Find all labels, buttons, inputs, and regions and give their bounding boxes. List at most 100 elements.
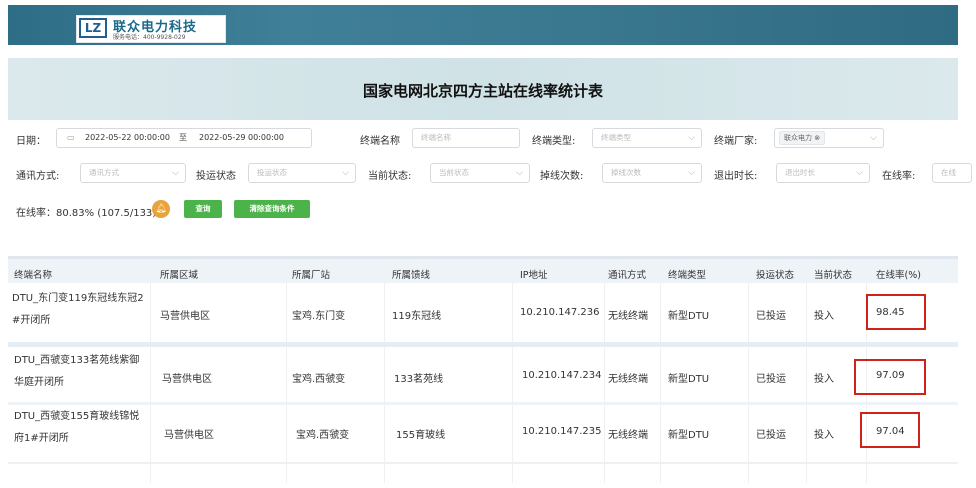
ip-cell: 10.210.147.235 (522, 426, 602, 437)
vendor-tag: 联众电力 ⊗ (779, 131, 826, 145)
terminal-name-line2: #开闭所 (12, 315, 51, 326)
date-start[interactable]: 2022-05-22 00:00:00 (85, 129, 170, 147)
area-cell: 马营供电区 (162, 374, 212, 385)
comm-placeholder: 通讯方式 (89, 168, 119, 177)
terminal-name-line1: DTU_西虢变155育玻线锦悦 (14, 411, 140, 422)
vendor-label: 终端厂家: (714, 136, 758, 147)
terminal-type-label: 终端类型: (532, 136, 576, 147)
current-status-label: 当前状态: (368, 171, 412, 182)
feeder-cell: 133茗苑线 (394, 374, 444, 385)
area-cell: 马营供电区 (164, 430, 214, 441)
row-divider (8, 462, 958, 464)
op-status-cell: 已投运 (756, 430, 786, 441)
comm-select[interactable]: 通讯方式 ⌵ (80, 163, 186, 183)
clear-conditions-button[interactable]: 清除查询条件 (234, 200, 310, 218)
terminal-name: DTU_东门变119东冠线东冠2 #开闭所 (12, 288, 144, 332)
op-status-label: 投运状态 (196, 171, 236, 182)
calendar-icon: ▭ (67, 133, 75, 142)
date-label: 日期： (16, 136, 46, 147)
date-range-picker[interactable]: ▭ 2022-05-22 00:00:00 至 2022-05-29 00:00… (56, 128, 312, 148)
type-cell: 新型DTU (668, 311, 710, 322)
close-icon[interactable]: ⊗ (814, 134, 820, 142)
comm-cell: 无线终端 (608, 430, 648, 441)
type-cell: 新型DTU (668, 374, 710, 385)
op-status-select[interactable]: 投运状态 ⌵ (248, 163, 356, 183)
feeder-cell: 155育玻线 (396, 430, 446, 441)
vendor-tag-label: 联众电力 (784, 134, 812, 142)
chevron-down-icon: ⌵ (342, 168, 349, 178)
col-area[interactable]: 所属区域 (160, 267, 198, 281)
terminal-name-input[interactable]: 终端名称 (412, 128, 520, 148)
terminal-name-line2: 府1#开闭所 (14, 433, 69, 444)
current-status-select[interactable]: 当前状态 ⌵ (430, 163, 530, 183)
terminal-name-line1: DTU_西虢变133茗苑线紫御 (14, 355, 140, 366)
type-cell: 新型DTU (668, 430, 710, 441)
service-tel: 服务电话：400-9928-029 (113, 34, 186, 41)
terminal-type-placeholder: 终端类型 (601, 133, 631, 142)
chevron-down-icon: ⌵ (688, 168, 695, 178)
col-ip[interactable]: IP地址 (520, 267, 548, 281)
op-status-placeholder: 投运状态 (257, 168, 287, 177)
date-separator: 至 (179, 133, 187, 142)
col-op-status[interactable]: 投运状态 (756, 267, 794, 281)
comm-cell: 无线终端 (608, 374, 648, 385)
bell-icon[interactable]: 🔔︎ (152, 200, 170, 218)
comm-cell: 无线终端 (608, 311, 648, 322)
station-cell: 宝鸡.东门变 (292, 311, 346, 322)
current-status-cell: 投入 (814, 374, 834, 385)
table-row[interactable]: DTU_西虢变155育玻线锦悦 府1#开闭所 马营供电区 宝鸡.西虢变 155育… (8, 406, 958, 462)
station-cell: 宝鸡.西虢变 (292, 374, 346, 385)
op-status-cell: 已投运 (756, 374, 786, 385)
ip-cell: 10.210.147.236 (520, 307, 600, 318)
area-cell: 马营供电区 (160, 311, 210, 322)
row-divider (8, 342, 958, 347)
terminal-name-line2: 华庭开闭所 (14, 377, 64, 388)
col-feeder[interactable]: 所属馈线 (392, 267, 430, 281)
col-comm[interactable]: 通讯方式 (608, 267, 646, 281)
date-end[interactable]: 2022-05-29 00:00:00 (199, 129, 284, 147)
app-header: LZ 联众电力科技 服务电话：400-9928-029 (8, 5, 958, 45)
terminal-name-label: 终端名称 (360, 136, 400, 147)
chevron-down-icon: ⌵ (688, 133, 695, 143)
highlight-box (860, 412, 920, 448)
drop-count-select[interactable]: 掉线次数 ⌵ (602, 163, 702, 183)
exit-time-select[interactable]: 退出时长 ⌵ (776, 163, 870, 183)
terminal-name: DTU_西虢变133茗苑线紫御 华庭开闭所 (14, 350, 139, 394)
col-online-rate[interactable]: 在线率(%) (876, 267, 921, 281)
table-row[interactable]: DTU_东门变119东冠线东冠2 #开闭所 马营供电区 宝鸡.东门变 119东冠… (8, 286, 958, 342)
feeder-cell: 119东冠线 (392, 311, 442, 322)
col-type[interactable]: 终端类型 (668, 267, 706, 281)
drop-count-placeholder: 掉线次数 (611, 168, 641, 177)
col-current-status[interactable]: 当前状态 (814, 267, 852, 281)
chevron-down-icon: ⌵ (870, 133, 877, 143)
comm-label: 通讯方式: (16, 171, 60, 182)
terminal-name: DTU_西虢变155育玻线锦悦 府1#开闭所 (14, 406, 139, 450)
row-divider (8, 402, 958, 405)
chevron-down-icon: ⌵ (516, 168, 523, 178)
chevron-down-icon: ⌵ (856, 168, 863, 178)
terminal-type-select[interactable]: 终端类型 ⌵ (592, 128, 702, 148)
logo-mark: LZ (79, 18, 107, 38)
page-title: 国家电网北京四方主站在线率统计表 (362, 82, 603, 100)
highlight-box (854, 359, 926, 395)
terminal-name-line1: DTU_东门变119东冠线东冠2 (12, 293, 144, 304)
current-status-placeholder: 当前状态 (439, 168, 469, 177)
vendor-select[interactable]: 联众电力 ⊗ ⌵ (774, 128, 884, 148)
drop-count-label: 掉线次数: (540, 171, 584, 182)
title-banner: 国家电网北京四方主站在线率统计表 (8, 58, 958, 120)
col-station[interactable]: 所属厂站 (292, 267, 330, 281)
exit-time-label: 退出时长: (714, 171, 758, 182)
company-logo: LZ 联众电力科技 服务电话：400-9928-029 (76, 15, 226, 43)
online-rate-label: 在线率: (882, 171, 916, 182)
online-rate-input[interactable]: 在线 (932, 163, 972, 183)
chevron-down-icon: ⌵ (172, 168, 179, 178)
query-button[interactable]: 查询 (184, 200, 222, 218)
table-row[interactable]: DTU_西虢变133茗苑线紫御 华庭开闭所 马营供电区 宝鸡.西虢变 133茗苑… (8, 348, 958, 404)
online-rate-summary: 在线率：80.83% (107.5/133) (16, 208, 157, 219)
highlight-box (866, 294, 926, 330)
exit-time-placeholder: 退出时长 (785, 168, 815, 177)
current-status-cell: 投入 (814, 430, 834, 441)
current-status-cell: 投入 (814, 311, 834, 322)
col-terminal-name[interactable]: 终端名称 (14, 267, 52, 281)
table-header: 终端名称 所属区域 所属厂站 所属馈线 IP地址 通讯方式 终端类型 投运状态 … (8, 256, 958, 283)
